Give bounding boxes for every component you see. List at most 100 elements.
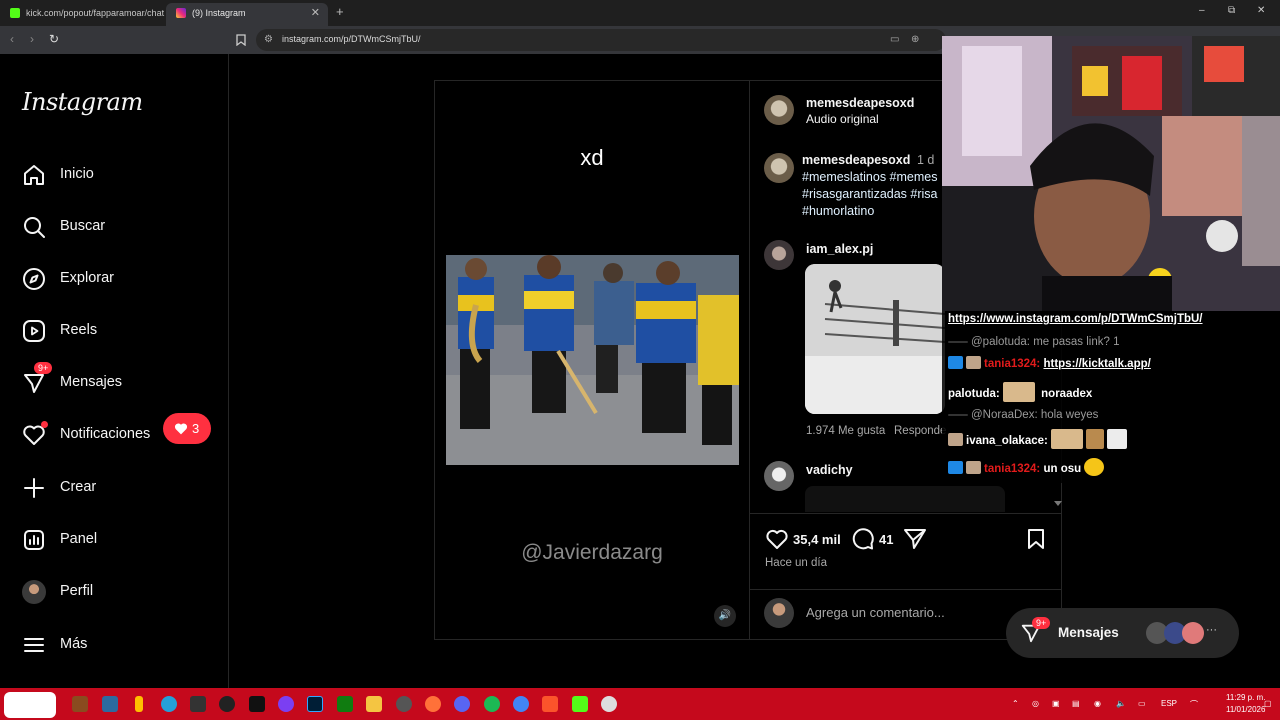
commenter-username[interactable]: iam_alex.pj	[806, 242, 873, 256]
notifications-pill[interactable]: 3	[163, 413, 211, 444]
app-icon[interactable]	[249, 696, 265, 712]
new-tab-button[interactable]: +	[336, 4, 344, 19]
app-icon[interactable]	[601, 696, 617, 712]
more-icon[interactable]: ···	[1206, 624, 1217, 636]
instagram-icon	[176, 8, 186, 18]
url-text[interactable]: instagram.com/p/DTWmCSmjTbU/	[282, 34, 421, 44]
video-scene	[446, 255, 739, 465]
volume-icon[interactable]: 🔈	[1116, 699, 1126, 708]
globe-icon[interactable]	[161, 696, 177, 712]
messages-label: Mensajes	[1058, 625, 1119, 640]
cat-emote-icon	[1107, 429, 1128, 449]
comment-likes[interactable]: 1.974 Me gusta	[806, 425, 885, 437]
app-icon[interactable]	[396, 696, 412, 712]
omnibox[interactable]: ⚙ instagram.com/p/DTWmCSmjTbU/ ▭ ⊕	[256, 29, 946, 51]
reply-line-icon	[948, 341, 968, 343]
audio-label[interactable]: Audio original	[806, 112, 879, 126]
spotify-icon[interactable]	[484, 696, 500, 712]
chat-username[interactable]: palotuda:	[948, 388, 1000, 400]
comment-input[interactable]: Agrega un comentario...	[806, 605, 945, 620]
xbox-icon[interactable]	[337, 696, 353, 712]
author-avatar[interactable]	[764, 95, 794, 125]
network-icon[interactable]: ▭	[1138, 699, 1146, 708]
instagram-logo[interactable]: Instagram	[22, 88, 143, 116]
maximize-button[interactable]: ⧉	[1228, 5, 1235, 16]
bookmark-icon[interactable]	[236, 34, 246, 46]
caption-username[interactable]: memesdeapesoxd	[802, 153, 910, 167]
nav-label: Notificaciones	[60, 426, 151, 442]
tray-icon[interactable]: ▤	[1072, 699, 1080, 708]
nav-label: Perfil	[60, 583, 94, 599]
clock-date[interactable]: 11/01/2026	[1226, 705, 1265, 714]
chat-link[interactable]: https://kicktalk.app/	[1043, 358, 1150, 370]
reload-icon[interactable]: ↻	[49, 32, 59, 46]
minimize-button[interactable]: –	[1199, 5, 1205, 16]
heart-icon	[174, 423, 188, 435]
likes-count[interactable]: 35,4 mil	[793, 532, 841, 547]
zoom-icon[interactable]: ⊕	[911, 34, 919, 45]
wifi-icon[interactable]: ⌒	[1190, 699, 1198, 710]
cast-icon[interactable]: ▭	[890, 34, 899, 45]
close-tab-icon[interactable]: ✕	[311, 3, 320, 23]
notification-dot	[41, 421, 48, 428]
comment-gif[interactable]	[805, 264, 945, 414]
close-window-button[interactable]: ✕	[1257, 5, 1265, 16]
brave-icon[interactable]	[542, 696, 558, 712]
save-icon[interactable]	[1026, 528, 1046, 550]
hashtags-line[interactable]: #humorlatino	[802, 204, 874, 218]
back-icon[interactable]: ‹	[10, 32, 14, 46]
comments-count[interactable]: 41	[879, 532, 893, 547]
like-icon[interactable]	[765, 528, 789, 550]
volume-icon[interactable]: 🔊	[714, 605, 736, 627]
chrome-icon[interactable]	[513, 696, 529, 712]
scroll-down-icon[interactable]	[1054, 501, 1062, 506]
forward-icon[interactable]: ›	[30, 32, 34, 46]
app-icon[interactable]	[219, 696, 235, 712]
hashtags-line[interactable]: #risasgarantizadas #risa	[802, 187, 938, 201]
actions-divider	[750, 513, 1062, 514]
reels-icon	[23, 320, 45, 342]
comment-icon[interactable]	[851, 528, 875, 550]
caption-avatar[interactable]	[764, 153, 794, 183]
avatar	[764, 598, 794, 628]
steam-icon[interactable]: ◉	[1094, 699, 1101, 708]
tray-icon[interactable]: ◎	[1032, 699, 1039, 708]
author-username[interactable]: memesdeapesoxd	[806, 96, 914, 110]
commenter-avatar[interactable]	[764, 240, 794, 270]
chat-username[interactable]: tania1324:	[984, 358, 1040, 370]
avatar	[1182, 622, 1204, 644]
firefox-icon[interactable]	[425, 696, 441, 712]
reply-link[interactable]: Responde	[894, 425, 946, 437]
chat-message: tania1324: un osu	[948, 458, 1107, 476]
start-sticker-icon[interactable]	[4, 692, 56, 718]
commenter-avatar[interactable]	[764, 461, 794, 491]
notifications-icon[interactable]: ▢	[1264, 699, 1272, 708]
chat-message: palotuda: noraadex	[948, 382, 1092, 402]
language-indicator[interactable]: ESP	[1161, 699, 1177, 708]
photoshop-icon[interactable]	[307, 696, 323, 712]
tray-chevron-icon[interactable]: ⌃	[1012, 699, 1019, 708]
app-icon[interactable]	[72, 696, 88, 712]
app-icon[interactable]	[102, 696, 118, 712]
compass-icon	[23, 268, 45, 290]
chat-link[interactable]: https://www.instagram.com/p/DTWmCSmjTbU/	[948, 313, 1203, 325]
video-caption: xd	[580, 145, 604, 170]
discord-icon[interactable]	[454, 696, 470, 712]
site-info-icon[interactable]: ⚙	[264, 34, 273, 45]
tray-icon[interactable]: ▣	[1052, 699, 1060, 708]
clock-time[interactable]: 11:29 p. m.	[1226, 693, 1265, 702]
reel-video[interactable]: xd @Javierdazarg 🔊	[434, 80, 750, 640]
share-icon[interactable]	[903, 528, 927, 550]
tab-instagram[interactable]: (9) Instagram ✕	[166, 3, 328, 26]
kick-icon[interactable]	[572, 696, 588, 712]
hashtags-line[interactable]: #memeslatinos #memes	[802, 170, 937, 184]
lightning-icon[interactable]	[135, 696, 143, 712]
chat-username[interactable]: tania1324:	[984, 463, 1040, 475]
chat-username[interactable]: ivana_olakace:	[966, 435, 1048, 447]
file-explorer-icon[interactable]	[366, 696, 382, 712]
app-icon[interactable]	[190, 696, 206, 712]
tab-kick-chat[interactable]: kick.com/popout/fapparamoar/chat	[0, 3, 166, 26]
messages-bubble[interactable]: 9+ Mensajes ···	[1006, 608, 1239, 658]
commenter-username[interactable]: vadichy	[806, 463, 853, 477]
app-icon[interactable]	[278, 696, 294, 712]
